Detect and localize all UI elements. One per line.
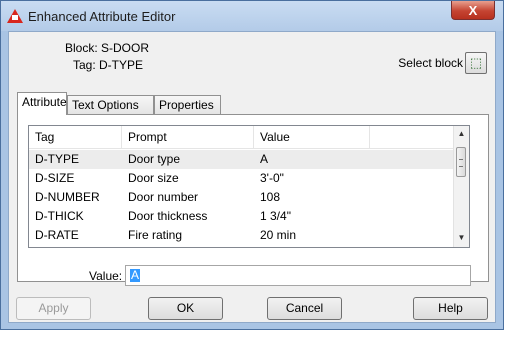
row-value: 20 min [260, 228, 297, 242]
attribute-list-header: Tag Prompt Value [29, 126, 454, 149]
row-value: A [260, 152, 269, 166]
apply-button[interactable]: Apply [16, 297, 91, 320]
tag-name-label: Tag: D-TYPE [73, 58, 144, 72]
column-header-prompt[interactable]: Prompt [122, 126, 254, 148]
row-prompt: Door type [128, 152, 181, 166]
autocad-logo-icon [7, 9, 23, 23]
scroll-up-icon[interactable]: ▲ [454, 126, 469, 142]
row-prompt: Fire rating [128, 228, 183, 242]
row-tag: D-NUMBER [35, 190, 100, 204]
column-header-tag[interactable]: Tag [29, 126, 122, 148]
row-tag: D-RATE [35, 228, 79, 242]
tab-text-options[interactable]: Text Options [67, 95, 154, 114]
cancel-button[interactable]: Cancel [267, 297, 342, 320]
tab-properties[interactable]: Properties [154, 95, 221, 114]
select-block-icon: ⬚ [469, 55, 483, 70]
row-tag: D-THICK [35, 209, 84, 223]
block-name-label: Block: S-DOOR [65, 41, 150, 55]
window-title: Enhanced Attribute Editor [28, 9, 176, 24]
attribute-row[interactable]: D-THICK Door thickness 1 3/4" [29, 207, 454, 226]
attribute-list-scrollbar[interactable]: ▲ ▼ [453, 126, 469, 247]
attribute-row[interactable]: D-NUMBER Door number 108 [29, 188, 454, 207]
row-tag: D-SIZE [35, 171, 75, 185]
help-button[interactable]: Help [413, 297, 488, 320]
dialog-button-bar: Apply OK Cancel Help [9, 286, 495, 322]
row-prompt: Door number [128, 190, 199, 204]
attribute-tab-panel: Tag Prompt Value D-TYPE Door type A D-SI… [17, 114, 489, 286]
row-value: 3'-0" [260, 171, 284, 185]
row-prompt: Door size [128, 171, 179, 185]
row-value: 108 [260, 190, 281, 204]
attribute-row[interactable]: D-SIZE Door size 3'-0" [29, 169, 454, 188]
close-button[interactable]: X [451, 1, 495, 20]
attribute-editor-window: Enhanced Attribute Editor X Block: S-DOO… [0, 0, 504, 330]
value-input-text: A [130, 268, 141, 282]
column-header-value[interactable]: Value [254, 126, 370, 148]
value-label: Value: [89, 269, 123, 283]
row-tag: D-TYPE [35, 152, 80, 166]
scroll-down-icon[interactable]: ▼ [454, 230, 469, 246]
attribute-row[interactable]: D-RATE Fire rating 20 min [29, 226, 454, 245]
value-input[interactable]: A [125, 265, 471, 286]
dialog-body: Block: S-DOOR Tag: D-TYPE Select block ⬚… [8, 31, 496, 323]
title-bar[interactable]: Enhanced Attribute Editor X [1, 1, 503, 31]
row-prompt: Door thickness [128, 209, 208, 223]
scroll-thumb[interactable] [456, 147, 466, 177]
tab-attribute[interactable]: Attribute [17, 92, 67, 115]
attribute-list[interactable]: Tag Prompt Value D-TYPE Door type A D-SI… [28, 125, 470, 248]
select-block-button[interactable]: ⬚ [465, 52, 487, 74]
select-block-label: Select block [398, 56, 463, 70]
ok-button[interactable]: OK [148, 297, 223, 320]
attribute-row[interactable]: D-TYPE Door type A [29, 150, 454, 169]
row-value: 1 3/4" [260, 209, 291, 223]
